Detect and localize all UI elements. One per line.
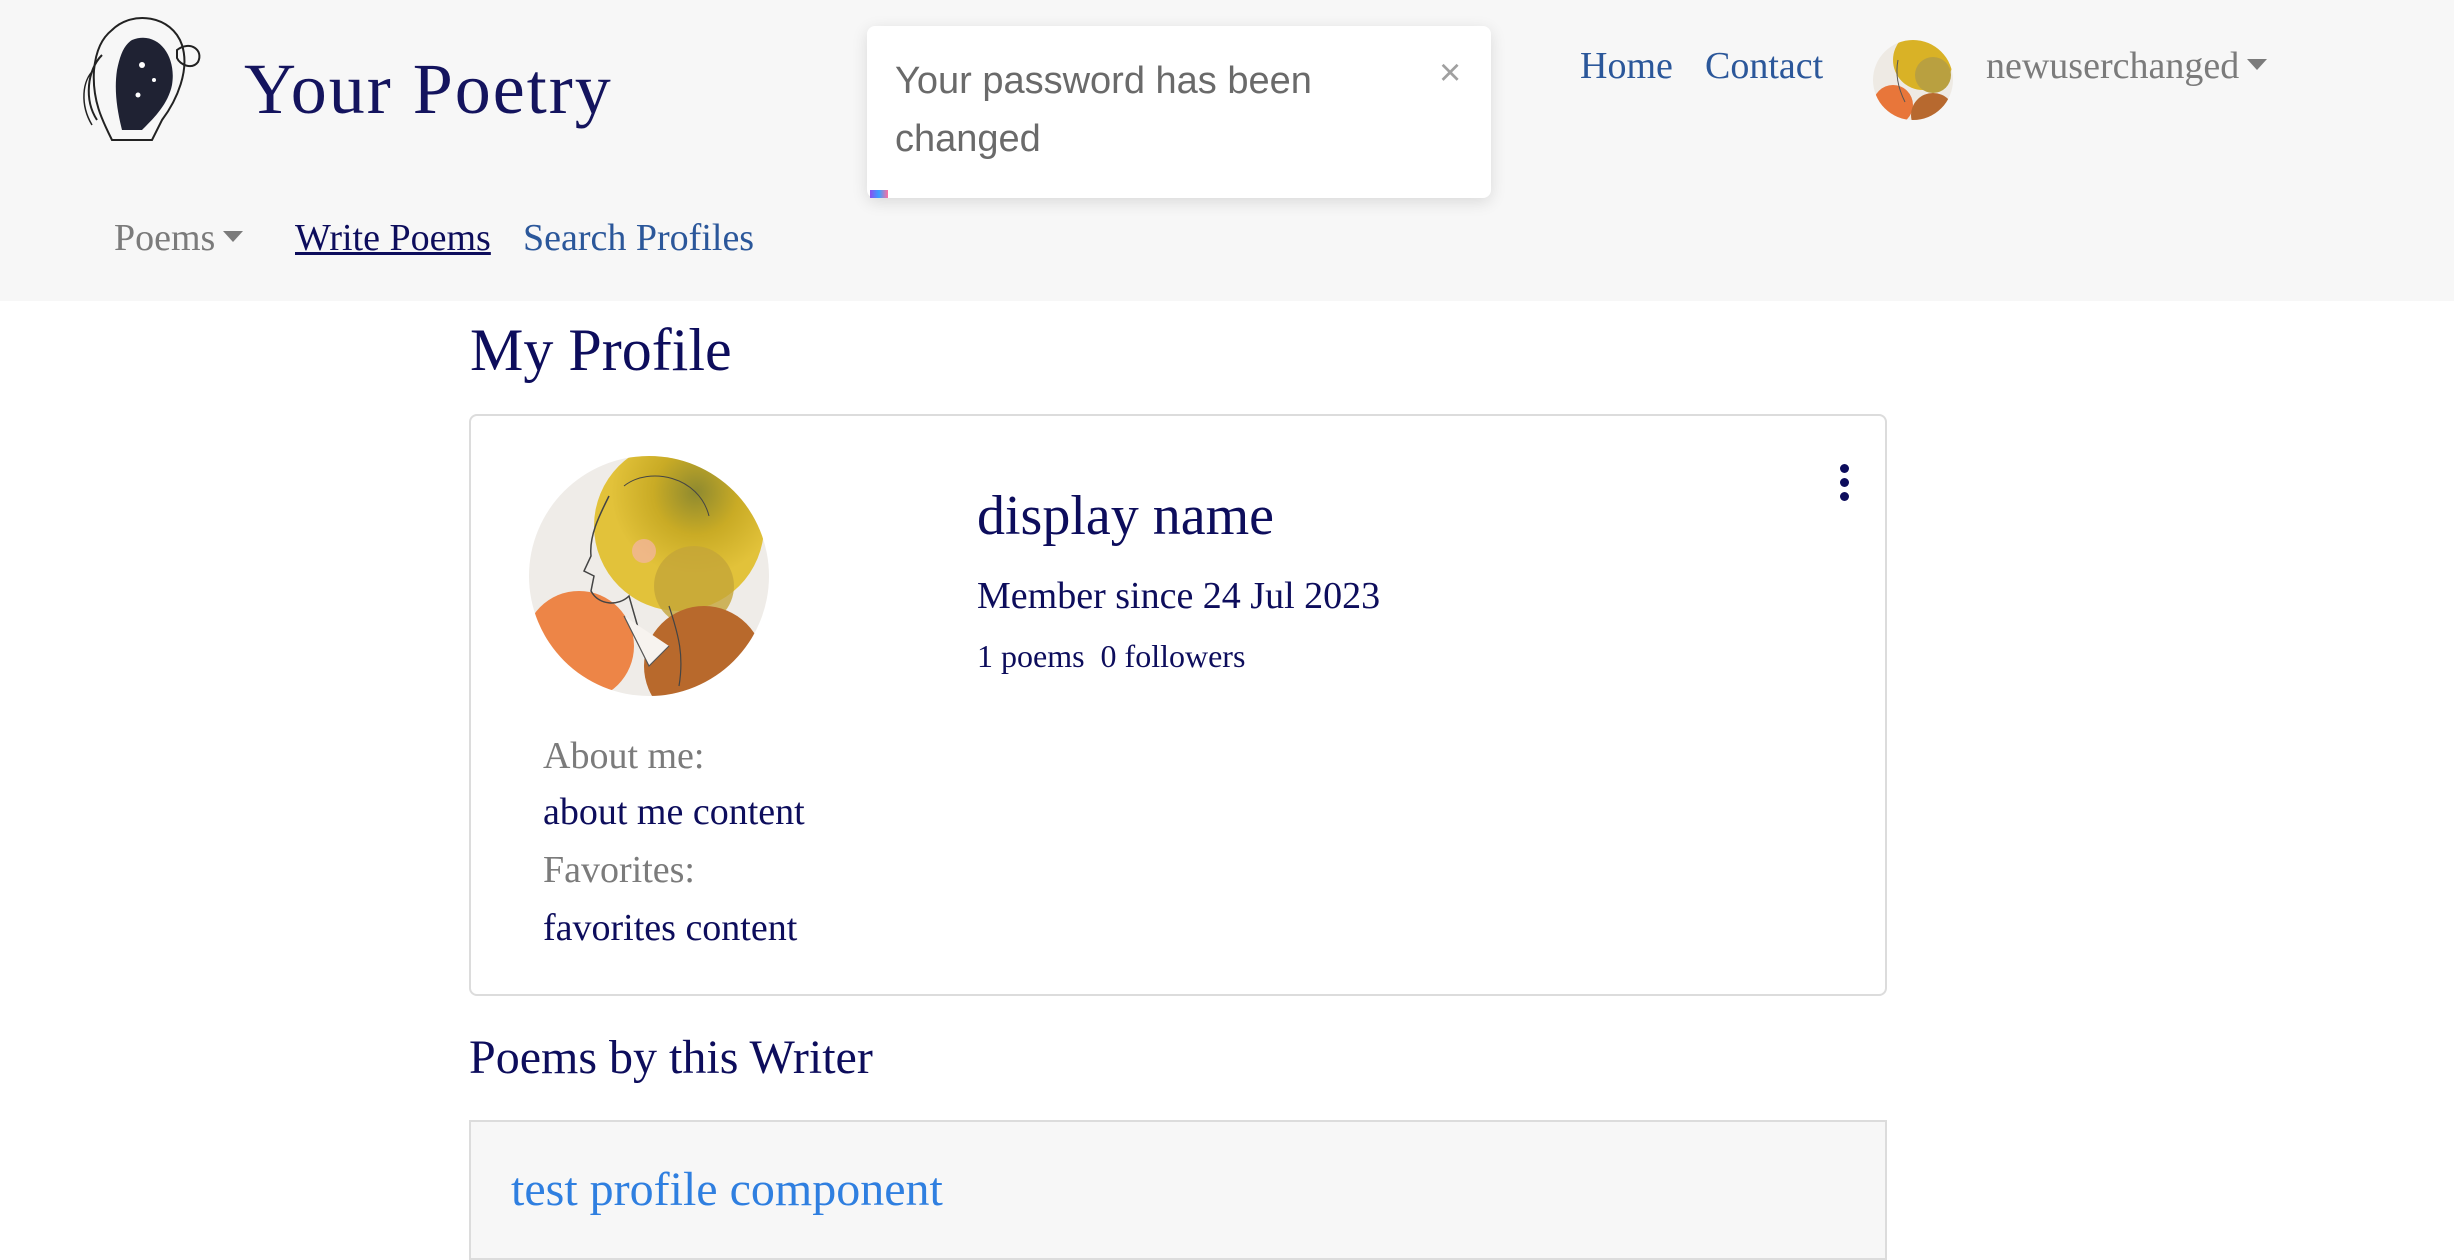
- brand-title[interactable]: Your Poetry: [244, 48, 613, 131]
- close-icon[interactable]: ×: [1439, 52, 1461, 95]
- nav-home-link[interactable]: Home: [1580, 44, 1673, 88]
- chevron-down-icon: [223, 230, 244, 242]
- poems-dropdown[interactable]: Poems: [114, 216, 244, 260]
- followers-count[interactable]: 0 followers: [1101, 638, 1246, 674]
- poem-card[interactable]: test profile component: [469, 1120, 1887, 1260]
- write-poems-link[interactable]: Write Poems: [295, 216, 491, 260]
- poems-dropdown-label: Poems: [114, 217, 216, 259]
- about-me-label: About me:: [543, 735, 705, 777]
- toast-progress-bar: [870, 190, 888, 198]
- display-name: display name: [977, 485, 1275, 547]
- poems-count[interactable]: 1 poems: [977, 638, 1085, 674]
- toast-message: Your password has been changed: [895, 60, 1312, 160]
- profile-avatar: [529, 456, 769, 696]
- about-me-content: about me content: [543, 791, 805, 833]
- poems-section-title: Poems by this Writer: [469, 1031, 873, 1084]
- nav-contact-link[interactable]: Contact: [1705, 44, 1823, 88]
- search-profiles-link[interactable]: Search Profiles: [523, 216, 754, 260]
- favorites-label: Favorites:: [543, 849, 695, 891]
- profile-stats: 1 poems 0 followers: [977, 638, 1245, 675]
- poem-title-link[interactable]: test profile component: [511, 1162, 943, 1217]
- chevron-down-icon: [2247, 58, 2268, 70]
- member-since: Member since 24 Jul 2023: [977, 575, 1381, 617]
- favorites-content: favorites content: [543, 907, 798, 949]
- page-title: My Profile: [470, 317, 732, 383]
- user-menu-dropdown[interactable]: newuserchanged: [1986, 44, 2268, 88]
- username-label: newuserchanged: [1986, 45, 2240, 87]
- profile-card: display name Member since 24 Jul 2023 1 …: [469, 414, 1887, 996]
- logo-icon[interactable]: [72, 10, 212, 146]
- password-changed-toast: Your password has been changed ×: [867, 26, 1491, 198]
- user-avatar[interactable]: [1873, 40, 1953, 120]
- profile-options-icon[interactable]: [1837, 464, 1851, 504]
